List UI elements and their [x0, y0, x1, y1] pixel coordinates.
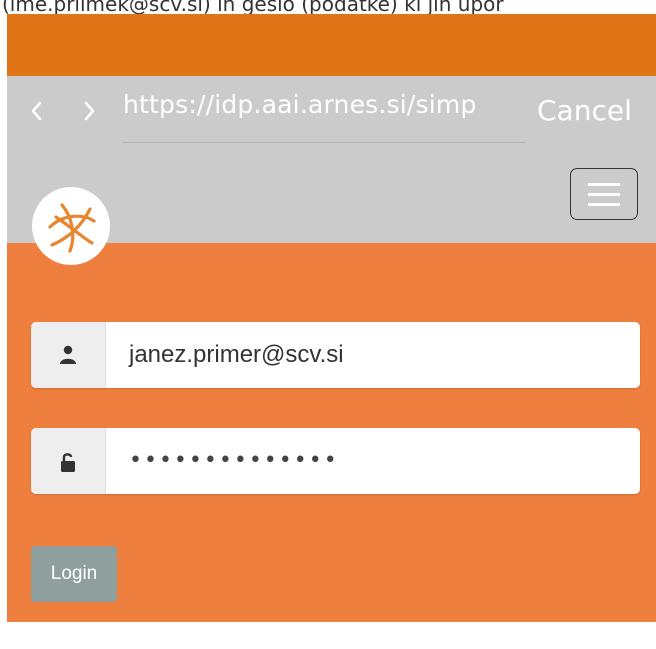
hamburger-menu-icon[interactable]: [570, 168, 638, 220]
phone-screen: https://idp.aai.arnes.si/simp Cancel jan…: [7, 14, 656, 622]
chevron-right-icon[interactable]: [77, 96, 101, 126]
password-field[interactable]: ••••••••••••••: [129, 428, 339, 494]
unlock-icon-addon: [31, 428, 106, 494]
clipped-instruction-text: (ime.priimek@scv.si) in geslo (podatke) …: [2, 0, 504, 14]
username-field[interactable]: janez.primer@scv.si: [129, 322, 344, 388]
browser-toolbar: https://idp.aai.arnes.si/simp Cancel: [7, 76, 656, 168]
arnes-logo-icon[interactable]: [32, 187, 110, 265]
login-panel: janez.primer@scv.si •••••••••••••• Login: [7, 243, 656, 622]
username-input-group: janez.primer@scv.si: [31, 322, 640, 388]
login-button[interactable]: Login: [31, 546, 117, 602]
user-icon: [60, 345, 76, 364]
unlock-icon: [61, 453, 75, 472]
cancel-button[interactable]: Cancel: [537, 94, 632, 127]
url-field[interactable]: https://idp.aai.arnes.si/simp: [123, 90, 525, 126]
status-bar: [7, 14, 656, 76]
chevron-left-icon[interactable]: [25, 96, 49, 126]
user-icon-addon: [31, 322, 106, 388]
password-input-group: ••••••••••••••: [31, 428, 640, 494]
url-underline: [123, 142, 525, 143]
